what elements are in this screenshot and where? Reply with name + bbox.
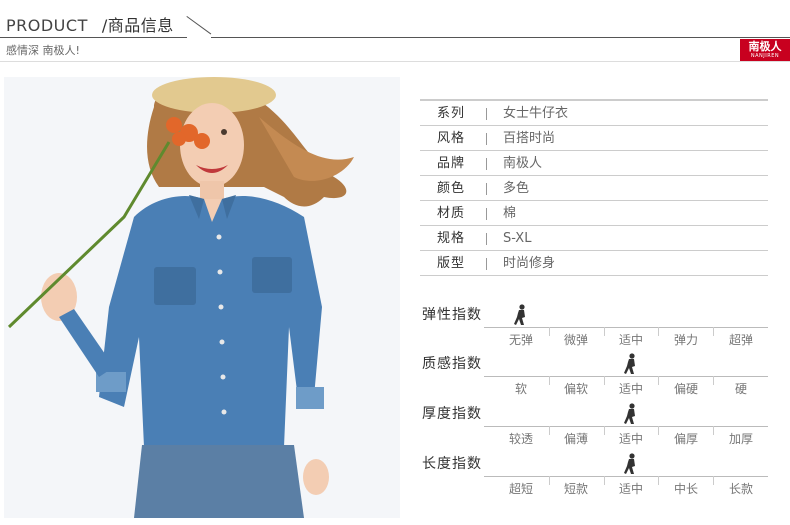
index-tick [549,426,550,435]
spec-key: 品牌 [437,156,466,171]
index-option-label: 微弹 [563,333,588,347]
spec-separator [486,183,487,195]
index-tick [658,327,659,336]
product-photo [4,77,400,518]
index-tick [604,376,605,385]
index-title: 厚度指数 [422,406,482,422]
spec-value: 时尚修身 [503,256,556,271]
index-track [484,476,768,477]
spec-key: 系列 [437,106,466,121]
index-option-label: 弹力 [673,333,698,347]
index-scale: 长度指数超短 短款 适中 中长 长款 [420,453,768,501]
section-title: PRODUCT/商品信息 [6,12,174,36]
spec-separator [486,233,487,245]
spec-value: 女士牛仔衣 [503,106,569,121]
spec-row-series: 系列 女士牛仔衣 [420,101,768,126]
index-tick [658,376,659,385]
spec-separator [486,258,487,270]
index-title: 弹性指数 [422,307,482,323]
spec-key: 版型 [437,256,466,271]
index-scale: 厚度指数较透 偏薄 适中 偏厚 加厚 [420,403,768,451]
index-option-label: 适中 [618,432,643,446]
spec-row-fit: 版型 时尚修身 [420,251,768,276]
spec-row-color: 颜色 多色 [420,176,768,201]
index-option-label: 适中 [618,482,643,496]
index-option-label: 短款 [563,482,588,496]
header-divider-right [211,37,790,38]
spec-value: 棉 [503,206,517,221]
index-tick [713,426,714,435]
spec-key: 材质 [437,206,466,221]
header-divider-left [0,37,187,38]
brand-logo-en: NANJIREN [750,53,780,59]
index-option-label: 软 [514,382,527,396]
index-option-label: 适中 [618,333,643,347]
brand-logo: 南极人 NANJIREN [740,39,790,61]
spec-separator [486,158,487,170]
figure-marker-icon [623,453,639,475]
index-tick [713,376,714,385]
header-divider-slant [186,16,212,35]
index-track [484,426,768,427]
spec-separator [486,108,487,120]
index-option-label: 适中 [618,382,643,396]
index-option-label: 偏软 [563,382,588,396]
index-track [484,376,768,377]
index-tick [713,476,714,485]
figure-marker-icon [623,353,639,375]
index-option-label: 较透 [508,432,533,446]
index-tick [549,376,550,385]
section-title-en: PRODUCT [6,16,88,35]
index-option-label: 超弹 [728,333,753,347]
spec-key: 颜色 [437,181,466,196]
spec-value: 多色 [503,181,530,196]
spec-key: 风格 [437,131,466,146]
index-option-label: 硬 [734,382,747,396]
index-scale: 弹性指数无弹 微弹 适中 弹力 超弹 [420,304,768,352]
figure-marker-icon [513,304,529,326]
spec-row-size: 规格 S-XL [420,226,768,251]
header-bottom-rule [0,61,790,62]
header-slogan: 感情深 南极人! [6,44,80,57]
index-title: 长度指数 [422,456,482,472]
spec-value: 百搭时尚 [503,131,556,146]
section-title-cn: /商品信息 [101,16,174,35]
index-tick [549,327,550,336]
index-option-label: 无弹 [508,333,533,347]
model-illustration [7,77,354,518]
index-title: 质感指数 [422,356,482,372]
index-tick [604,426,605,435]
spec-row-material: 材质 棉 [420,201,768,226]
index-scale: 质感指数软 偏软 适中 偏硬 硬 [420,353,768,401]
index-option-label: 偏硬 [673,382,698,396]
brand-logo-cn: 南极人 [748,40,782,53]
index-option-label: 超短 [508,482,533,496]
index-option-label: 加厚 [728,432,753,446]
index-tick [713,327,714,336]
spec-separator [486,133,487,145]
spec-key: 规格 [437,231,466,246]
index-option-label: 长款 [728,482,753,496]
index-track [484,327,768,328]
index-option-label: 中长 [673,482,698,496]
index-tick [604,476,605,485]
index-tick [658,426,659,435]
spec-value: S-XL [503,231,532,246]
index-option-label: 偏薄 [563,432,588,446]
figure-marker-icon [623,403,639,425]
index-tick [604,327,605,336]
spec-value: 南极人 [503,156,543,171]
spec-row-brand: 品牌 南极人 [420,151,768,176]
index-option-label: 偏厚 [673,432,698,446]
spec-separator [486,208,487,220]
spec-row-style: 风格 百搭时尚 [420,126,768,151]
index-tick [549,476,550,485]
page-header: PRODUCT/商品信息 感情深 南极人! 南极人 NANJIREN [0,0,790,62]
index-tick [658,476,659,485]
spec-table: 系列 女士牛仔衣 风格 百搭时尚 品牌 南极人 颜色 多色 材质 棉 规格 S-… [420,99,768,276]
